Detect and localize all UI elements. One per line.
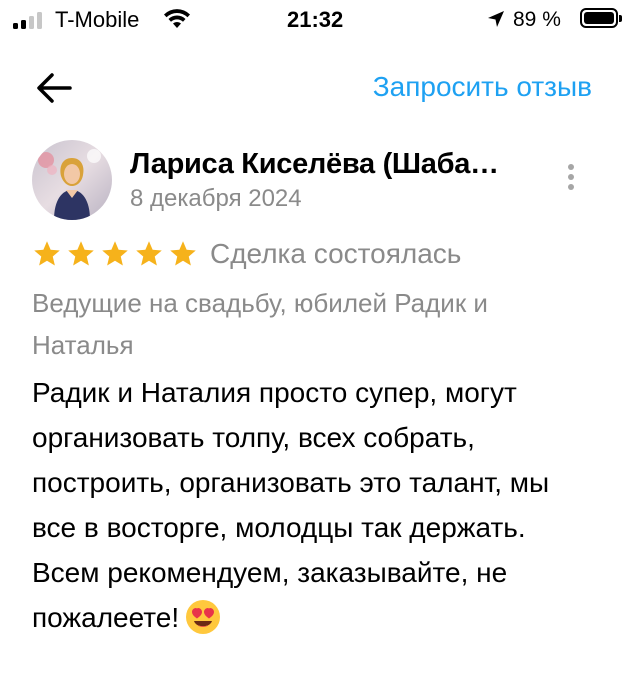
rating-stars — [32, 239, 198, 269]
carrier-name: T-Mobile — [55, 7, 140, 32]
rating-row: Сделка состоялась — [32, 236, 461, 272]
more-dot — [568, 184, 574, 190]
deal-status: Сделка состоялась — [210, 238, 462, 269]
battery-percent: 89 % — [513, 8, 561, 31]
heart-eyes-emoji — [185, 599, 221, 648]
avatar[interactable] — [32, 140, 112, 220]
request-review-link[interactable]: Запросить отзыв — [373, 70, 592, 104]
avatar-photo — [32, 140, 112, 220]
wifi-icon — [164, 9, 190, 28]
star-icon — [170, 241, 196, 266]
star-icon — [34, 241, 60, 266]
battery-fill — [584, 12, 614, 24]
more-options-button[interactable] — [558, 164, 584, 200]
battery-cap — [619, 15, 622, 22]
clock: 21:32 — [287, 7, 344, 32]
location-arrow-icon — [488, 11, 504, 27]
more-dot — [568, 164, 574, 170]
star-icon — [136, 241, 162, 266]
arrow-left-icon — [37, 73, 72, 103]
status-bar: T-Mobile 21:32 89 % — [0, 0, 640, 44]
signal-icon — [13, 11, 42, 29]
review-date: 8 декабря 2024 — [130, 185, 302, 212]
author-name: Лариса Киселёва (Шаба… — [130, 148, 499, 180]
review-text: Радик и Наталия просто супер, могут орга… — [32, 370, 592, 648]
review-body: Радик и Наталия просто супер, могут орга… — [32, 377, 550, 633]
more-dot — [568, 174, 574, 180]
top-navigation: Запросить отзыв — [0, 60, 640, 116]
back-button[interactable] — [32, 66, 76, 110]
star-icon — [102, 241, 128, 266]
service-name: Ведущие на свадьбу, юбилей Радик и Натал… — [32, 288, 488, 360]
star-icon — [68, 241, 94, 266]
battery-icon — [580, 8, 622, 28]
